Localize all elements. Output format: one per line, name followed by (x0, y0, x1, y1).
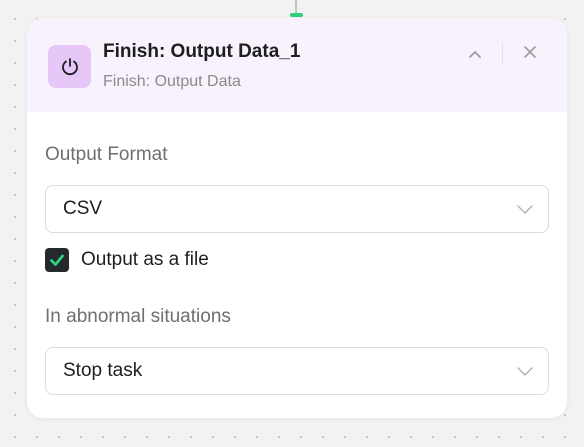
output-format-value: CSV (63, 198, 103, 219)
abnormal-situations-select[interactable]: Stop task (45, 347, 549, 395)
connector-line (295, 0, 297, 13)
node-icon-badge (48, 45, 91, 88)
output-as-file-checkbox[interactable] (45, 248, 69, 272)
chevron-down-icon (517, 367, 533, 376)
output-as-file-option[interactable]: Output as a file (45, 248, 209, 272)
chevron-down-icon (517, 205, 533, 214)
node-subtitle: Finish: Output Data (103, 73, 241, 90)
chevron-up-icon (469, 51, 481, 58)
node-title: Finish: Output Data_1 (103, 41, 301, 62)
output-format-select[interactable]: CSV (45, 185, 549, 233)
node-card: Finish: Output Data_1 Finish: Output Dat… (27, 18, 567, 418)
power-icon (61, 57, 78, 75)
abnormal-situations-label: In abnormal situations (45, 306, 231, 327)
output-as-file-label: Output as a file (81, 249, 209, 270)
checkmark-icon (50, 254, 64, 266)
node-header[interactable]: Finish: Output Data_1 Finish: Output Dat… (27, 18, 567, 112)
header-divider (502, 42, 503, 64)
close-icon (524, 46, 536, 58)
connector-handle[interactable] (290, 13, 303, 17)
collapse-button[interactable] (464, 43, 486, 65)
abnormal-situations-value: Stop task (63, 360, 143, 381)
output-format-label: Output Format (45, 144, 168, 165)
close-button[interactable] (519, 41, 541, 63)
